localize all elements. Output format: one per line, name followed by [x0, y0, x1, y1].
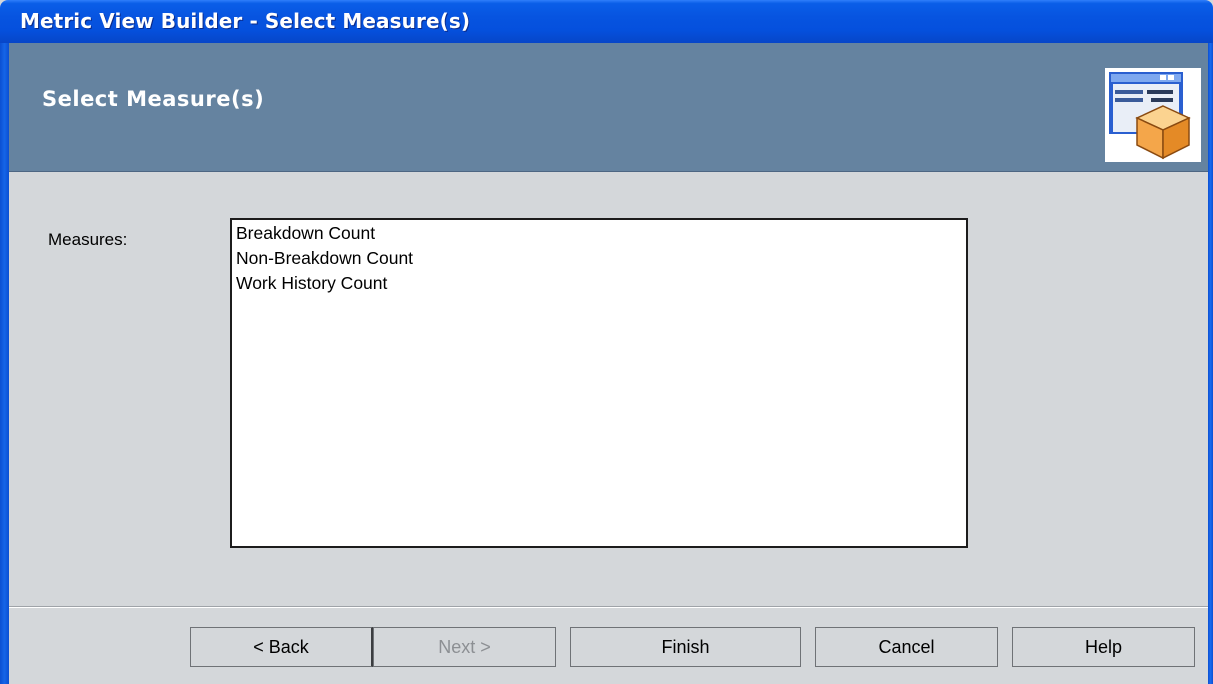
measures-listbox[interactable]: Breakdown Count Non-Breakdown Count Work…	[230, 218, 968, 548]
wizard-cube-icon	[1105, 68, 1201, 162]
page-title: Select Measure(s)	[42, 87, 265, 111]
wizard-header: Select Measure(s)	[9, 43, 1208, 172]
measure-list-item[interactable]: Work History Count	[232, 271, 966, 296]
window-frame-right	[1208, 43, 1213, 684]
window-frame-left	[0, 43, 9, 684]
help-button[interactable]: Help	[1012, 627, 1195, 667]
wizard-body: Measures: Breakdown Count Non-Breakdown …	[9, 172, 1208, 608]
measure-list-item[interactable]: Non-Breakdown Count	[232, 246, 966, 271]
title-bar[interactable]: Metric View Builder - Select Measure(s)	[0, 0, 1213, 43]
next-button[interactable]: Next >	[373, 627, 556, 667]
finish-button[interactable]: Finish	[570, 627, 801, 667]
wizard-footer: < Back Next > Finish Cancel Help	[9, 608, 1208, 684]
measure-list-item[interactable]: Breakdown Count	[232, 221, 966, 246]
cancel-button[interactable]: Cancel	[815, 627, 998, 667]
window-title: Metric View Builder - Select Measure(s)	[20, 9, 471, 33]
wizard-window: Metric View Builder - Select Measure(s) …	[0, 0, 1213, 684]
measures-label: Measures:	[48, 230, 128, 249]
back-button[interactable]: < Back	[190, 627, 373, 667]
